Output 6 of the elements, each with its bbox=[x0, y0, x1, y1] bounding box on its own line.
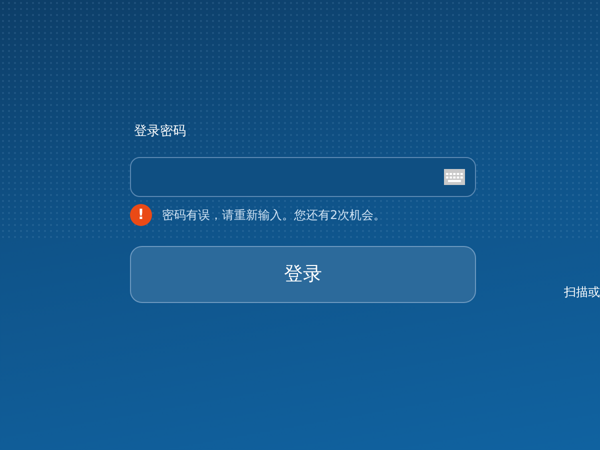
login-button[interactable]: 登录 bbox=[130, 246, 476, 303]
side-text: 扫描或 bbox=[564, 284, 600, 301]
error-icon: ! bbox=[130, 204, 152, 226]
password-label: 登录密码 bbox=[134, 123, 186, 141]
error-message: 密码有误，请重新输入。您还有2次机会。 bbox=[162, 207, 386, 224]
password-field[interactable] bbox=[130, 157, 476, 197]
